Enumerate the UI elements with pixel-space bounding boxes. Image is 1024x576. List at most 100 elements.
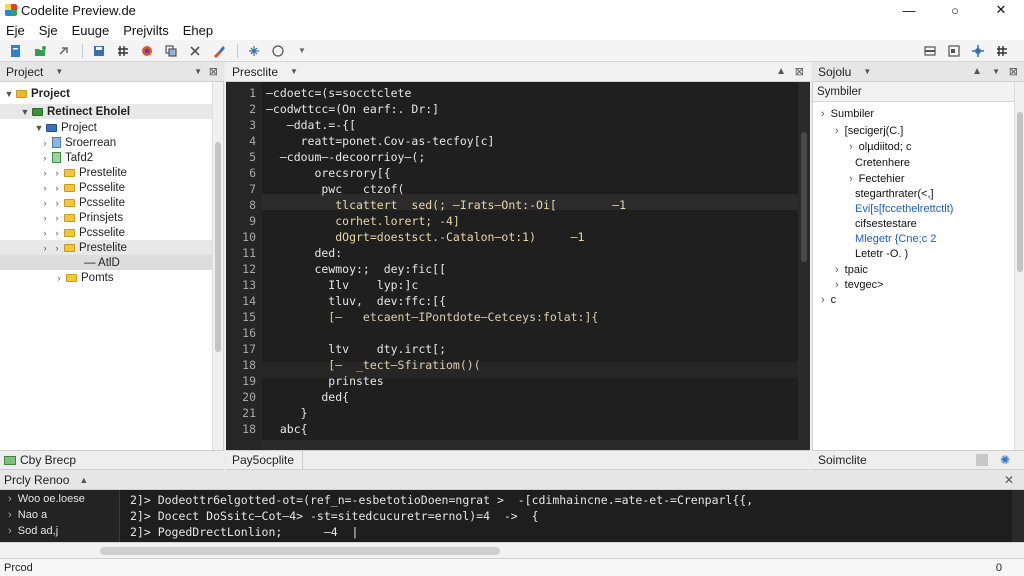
symbol-item[interactable]: Evi[s[fccethelrettctlt) xyxy=(849,203,953,215)
tree-item[interactable]: ▼ Project xyxy=(0,86,212,101)
chevron-right-icon[interactable]: › xyxy=(835,279,839,291)
scrollbar-thumb[interactable] xyxy=(1017,112,1023,272)
chevron-right-icon[interactable]: › xyxy=(52,243,62,253)
panel-close-icon[interactable]: ⊠ xyxy=(1009,65,1018,78)
maximize-button[interactable]: ○ xyxy=(932,0,978,20)
chevron-right-icon[interactable]: › xyxy=(52,198,62,208)
code-line[interactable]: —cdoum—-decoorrioy—(; xyxy=(266,150,425,164)
code-line[interactable]: reatt=ponet.Cov-as-tecfoy[c] xyxy=(266,134,495,148)
code-line[interactable]: —codwttcc=(On earf:. Dr:] xyxy=(266,102,439,116)
chevron-down-icon[interactable]: ▼ xyxy=(20,107,30,117)
build-icon[interactable] xyxy=(211,43,227,59)
chevron-right-icon[interactable]: › xyxy=(40,213,50,223)
tab-project[interactable]: Cby Brecp xyxy=(20,453,76,467)
symbol-item[interactable]: cifsestestare xyxy=(849,218,917,230)
tree-item[interactable]: › › Prestelite xyxy=(0,240,212,255)
scrollbar-thumb[interactable] xyxy=(100,547,500,555)
tree-item[interactable]: › › Prestelite xyxy=(0,165,212,180)
link-icon[interactable] xyxy=(56,43,72,59)
code-line[interactable]: corhet.lorert; -4] xyxy=(266,214,460,228)
code-line[interactable]: ded: xyxy=(266,246,342,260)
code-editor[interactable]: 1 2 3 4 5 6 7 8 9 10 11 12 13 14 15 16 17 18 19 20 21 18 —cdo… xyxy=(226,82,810,450)
panel-close-icon[interactable]: ⊠ xyxy=(209,65,218,78)
code-line[interactable]: abc{ xyxy=(266,422,308,436)
chevron-right-icon[interactable]: › xyxy=(40,168,50,178)
debug-icon[interactable] xyxy=(246,43,262,59)
chevron-down-icon[interactable]: ▼ xyxy=(863,67,871,76)
chevron-down-icon[interactable]: ▼ xyxy=(194,67,202,76)
chevron-right-icon[interactable]: › xyxy=(40,198,50,208)
grid-icon[interactable] xyxy=(994,43,1010,59)
tree-item[interactable]: › › Prinsjets xyxy=(0,210,212,225)
symbol-item[interactable]: stegarthrater(<,] xyxy=(849,188,934,200)
tree-item[interactable]: › Sroerrean xyxy=(0,135,212,150)
editor-scrollbar[interactable] xyxy=(798,82,810,450)
chevron-down-icon[interactable]: ▼ xyxy=(290,67,298,76)
chevron-right-icon[interactable]: › xyxy=(40,243,50,253)
code-line[interactable]: pwc ctzof( xyxy=(266,182,404,196)
scrollbar-thumb[interactable] xyxy=(215,142,221,352)
code-line[interactable]: tluv, dev:ffc:[{ xyxy=(266,294,446,308)
chevron-down-icon[interactable]: ▼ xyxy=(34,123,44,133)
target-icon[interactable] xyxy=(139,43,155,59)
code-line[interactable]: ltv dty.irct[; xyxy=(266,342,446,356)
symbol-item[interactable]: › Fectehier xyxy=(849,173,905,185)
tree-item[interactable]: › › Pcsselite xyxy=(0,225,212,240)
chevron-down-icon[interactable]: ▼ xyxy=(55,67,63,76)
code-line[interactable]: [— _tect—Sfiratiom()( xyxy=(266,358,480,372)
symbol-item[interactable]: Letetr -O. ) xyxy=(849,248,908,260)
chevron-up-icon[interactable]: ▲ xyxy=(79,475,88,485)
save-icon[interactable] xyxy=(91,43,107,59)
horizontal-scrollbar[interactable] xyxy=(0,542,1024,558)
symbol-item[interactable]: › tpaic xyxy=(835,264,868,276)
menu-item-edit[interactable]: Sje xyxy=(39,23,58,38)
menu-item-file[interactable]: Eje xyxy=(6,23,25,38)
grid-icon[interactable] xyxy=(115,43,131,59)
symbol-item[interactable]: › tevgec> xyxy=(835,279,884,291)
project-scrollbar[interactable] xyxy=(212,82,223,450)
chevron-right-icon[interactable]: › xyxy=(849,173,853,185)
output-sidebar-item[interactable]: › Nao a xyxy=(8,509,47,521)
symbol-item[interactable]: Mlegetr {Cne;c 2 xyxy=(849,233,936,245)
chevron-right-icon[interactable]: › xyxy=(54,273,64,283)
chevron-down-icon[interactable]: ▼ xyxy=(294,43,310,59)
panel-close-icon[interactable]: ⊠ xyxy=(795,65,804,78)
settings-icon[interactable] xyxy=(970,43,986,59)
code-line[interactable]: Ilv lyp:]c xyxy=(266,278,418,292)
code-line[interactable]: —ddat.=-{[ xyxy=(266,118,356,132)
chevron-right-icon[interactable]: › xyxy=(52,213,62,223)
chevron-down-icon[interactable]: ▼ xyxy=(992,67,1000,76)
tools-icon[interactable] xyxy=(187,43,203,59)
symbol-item[interactable]: › c xyxy=(821,294,836,306)
chevron-up-icon[interactable]: ▲ xyxy=(972,66,982,77)
editor-tab-title[interactable]: Presclite xyxy=(232,65,278,79)
chevron-right-icon[interactable]: › xyxy=(849,141,853,153)
menu-item-help[interactable]: Ehep xyxy=(183,23,213,38)
tree-item[interactable]: › Tafd2 xyxy=(0,150,212,165)
code-line[interactable]: dOgrt=doestsct.-Catalon—ot:1) —1 xyxy=(266,230,584,244)
scrollbar-thumb[interactable] xyxy=(801,132,807,262)
tab-symbols[interactable]: Soimclite xyxy=(818,453,867,467)
code-line[interactable]: —cdoetc=(s=socctclete xyxy=(266,86,411,100)
editor-hscrollbar[interactable] xyxy=(262,440,798,450)
settings-icon[interactable]: ✺ xyxy=(1000,453,1010,467)
symbol-item[interactable]: Cretenhere xyxy=(849,157,910,169)
tab-editor[interactable]: Pay5ocplite xyxy=(232,450,304,470)
new-file-icon[interactable] xyxy=(8,43,24,59)
menu-item-view[interactable]: Euuge xyxy=(72,23,110,38)
chevron-right-icon[interactable]: › xyxy=(835,125,839,137)
minimize-button[interactable]: — xyxy=(886,0,932,20)
symbol-item[interactable]: › [secigerj(C.] xyxy=(835,125,903,137)
chevron-up-icon[interactable]: ▲ xyxy=(776,66,786,77)
tree-item[interactable]: › › Pcsselite xyxy=(0,195,212,210)
chevron-right-icon[interactable]: › xyxy=(40,228,50,238)
chevron-right-icon[interactable]: › xyxy=(821,294,825,306)
symbol-item[interactable]: › olµdiitod; c xyxy=(849,141,911,153)
output-sidebar-item[interactable]: › Sod ad,j xyxy=(8,525,58,537)
symbol-scrollbar[interactable] xyxy=(1014,82,1024,450)
comment-icon[interactable] xyxy=(270,43,286,59)
code-line[interactable]: } xyxy=(266,406,308,420)
output-sidebar-item[interactable]: › Woo oe.loese xyxy=(8,493,85,505)
tree-item[interactable]: ▼ Project xyxy=(0,120,212,135)
chevron-right-icon[interactable]: › xyxy=(40,138,50,148)
